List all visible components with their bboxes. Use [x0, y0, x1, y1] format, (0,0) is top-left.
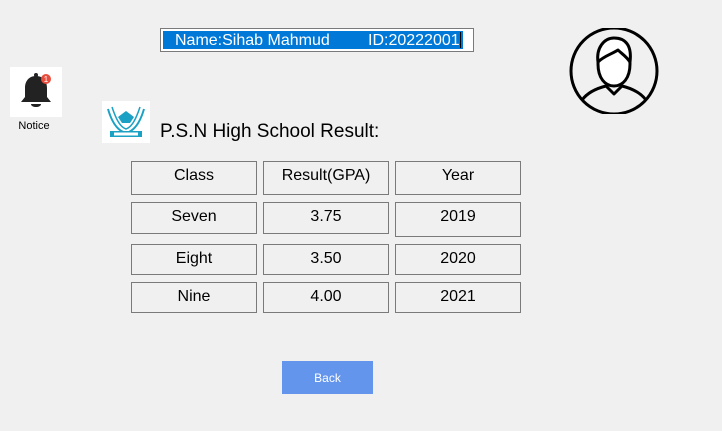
table-cell-year: 2019 — [395, 202, 521, 237]
table-cell-class: Seven — [131, 202, 257, 234]
table-cell-result: 4.00 — [263, 282, 389, 313]
student-id-text: ID:20222001 — [368, 32, 460, 49]
table-cell-result: 3.50 — [263, 244, 389, 275]
table-cell-class: Nine — [131, 282, 257, 313]
notice-button[interactable]: 1 — [10, 67, 62, 117]
bell-icon: 1 — [21, 73, 51, 107]
student-name-text: Name:Sihab Mahmud — [175, 32, 330, 49]
user-avatar-icon — [568, 26, 660, 116]
table-header-year: Year — [395, 161, 521, 195]
table-header-result: Result(GPA) — [263, 161, 389, 195]
back-button[interactable]: Back — [282, 361, 373, 394]
table-cell-year: 2020 — [395, 244, 521, 275]
notice-badge: 1 — [44, 75, 49, 84]
text-caret — [460, 32, 461, 48]
table-cell-result: 3.75 — [263, 202, 389, 234]
table-cell-class: Eight — [131, 244, 257, 275]
name-id-textbox[interactable]: Name:Sihab Mahmud ID:20222001 — [160, 28, 474, 52]
notice-label: Notice — [18, 120, 50, 132]
table-cell-year: 2021 — [395, 282, 521, 313]
school-logo-icon — [102, 101, 150, 143]
table-header-class: Class — [131, 161, 257, 195]
school-result-title: P.S.N High School Result: — [160, 121, 380, 142]
